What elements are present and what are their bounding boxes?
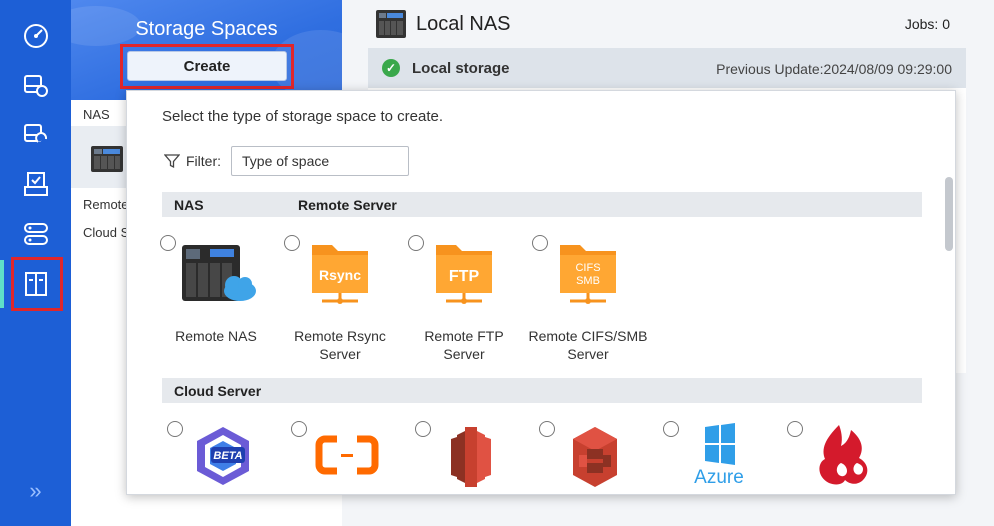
filter-input[interactable] [231, 146, 409, 176]
type-alibaba-cloud[interactable] [285, 421, 409, 495]
backup-server-icon [23, 75, 48, 97]
type-remote-ftp[interactable]: FTP Remote FTP Server [402, 235, 526, 365]
server-stack-icon [23, 223, 48, 245]
azure-icon: Azure [694, 423, 744, 485]
check-circle-icon: ✓ [382, 59, 400, 77]
storage-spaces-highlight [11, 257, 63, 311]
rail-item-backup[interactable] [0, 63, 71, 107]
type-label-remote-nas: Remote NAS [175, 328, 257, 344]
backblaze-icon [819, 425, 868, 485]
cifs-folder-icon: CIFS SMB [560, 245, 616, 304]
create-button-highlight [120, 44, 294, 89]
local-storage-bar[interactable]: ✓ Local storage Previous Update:2024/08/… [368, 48, 966, 88]
rsync-folder-icon: Rsync [312, 245, 368, 304]
double-chevron-right-icon[interactable]: » [0, 476, 71, 506]
type-remote-nas[interactable]: Remote NAS [154, 235, 278, 365]
panel-header: Storage Spaces Create [71, 0, 342, 100]
cifs-badge: CIFS [575, 262, 600, 274]
page-title: Local NAS [416, 13, 511, 35]
amazon-glacier-icon [573, 427, 617, 487]
filter-label: Filter: [186, 153, 221, 169]
type-remote-rsync[interactable]: Rsync Remote Rsync Server [278, 235, 402, 365]
amazon-s3-icon [451, 427, 491, 487]
rail-item-services[interactable] [0, 212, 71, 256]
type-label-remote-cifs: Remote CIFS/SMB Server [528, 328, 648, 362]
nav-rail: » [0, 0, 71, 526]
section-label-nas: NAS [174, 197, 204, 213]
beta-cloud-icon: BETA [197, 427, 249, 485]
jobs-count: Jobs: 0 [904, 16, 950, 32]
type-label-remote-ftp: Remote FTP Server [424, 328, 504, 362]
local-storage-label: Local storage [412, 60, 510, 77]
type-label-remote-rsync: Remote Rsync Server [294, 328, 386, 362]
nas-device-icon [376, 10, 406, 38]
section-bar-cloud: Cloud Server [162, 378, 922, 403]
type-beta-cloud[interactable]: BETA [161, 421, 285, 495]
type-remote-cifs[interactable]: CIFS SMB Remote CIFS/SMB Server [526, 235, 650, 365]
ftp-badge: FTP [449, 268, 480, 285]
rail-item-tasks[interactable] [0, 162, 71, 206]
nas-cloud-icon [182, 245, 256, 301]
speedometer-icon [23, 24, 48, 48]
filter-icon [164, 154, 180, 169]
type-azure[interactable]: Azure [657, 421, 781, 495]
popup-instruction: Select the type of storage space to crea… [162, 108, 444, 125]
panel-section-remote: Remote [83, 197, 129, 212]
beta-badge: BETA [213, 450, 242, 462]
alibaba-cloud-icon [315, 435, 379, 475]
panel-title: Storage Spaces [135, 18, 278, 40]
panel-section-nas: NAS [83, 107, 110, 122]
section-label-remote-server: Remote Server [298, 197, 397, 213]
create-storage-popup: Select the type of storage space to crea… [126, 90, 956, 495]
panel-section-cloud: Cloud S [83, 225, 130, 240]
nas-device-icon [91, 146, 123, 172]
rail-item-dashboard[interactable] [0, 14, 71, 58]
section-label-cloud-server: Cloud Server [174, 383, 262, 399]
smb-badge: SMB [576, 275, 600, 287]
azure-badge: Azure [694, 467, 744, 485]
type-amazon-glacier[interactable] [533, 421, 657, 495]
previous-update-text: Previous Update:2024/08/09 09:29:00 [716, 61, 952, 77]
task-list-icon [23, 172, 48, 196]
type-backblaze[interactable] [781, 421, 905, 495]
popup-scrollbar[interactable] [945, 177, 953, 251]
rail-item-sync[interactable] [0, 112, 71, 156]
ftp-folder-icon: FTP [436, 245, 492, 304]
rsync-badge: Rsync [319, 267, 361, 283]
section-bar-nas-remote: NAS Remote Server [162, 192, 922, 217]
type-amazon-s3[interactable] [409, 421, 533, 495]
sync-server-icon [23, 124, 47, 143]
